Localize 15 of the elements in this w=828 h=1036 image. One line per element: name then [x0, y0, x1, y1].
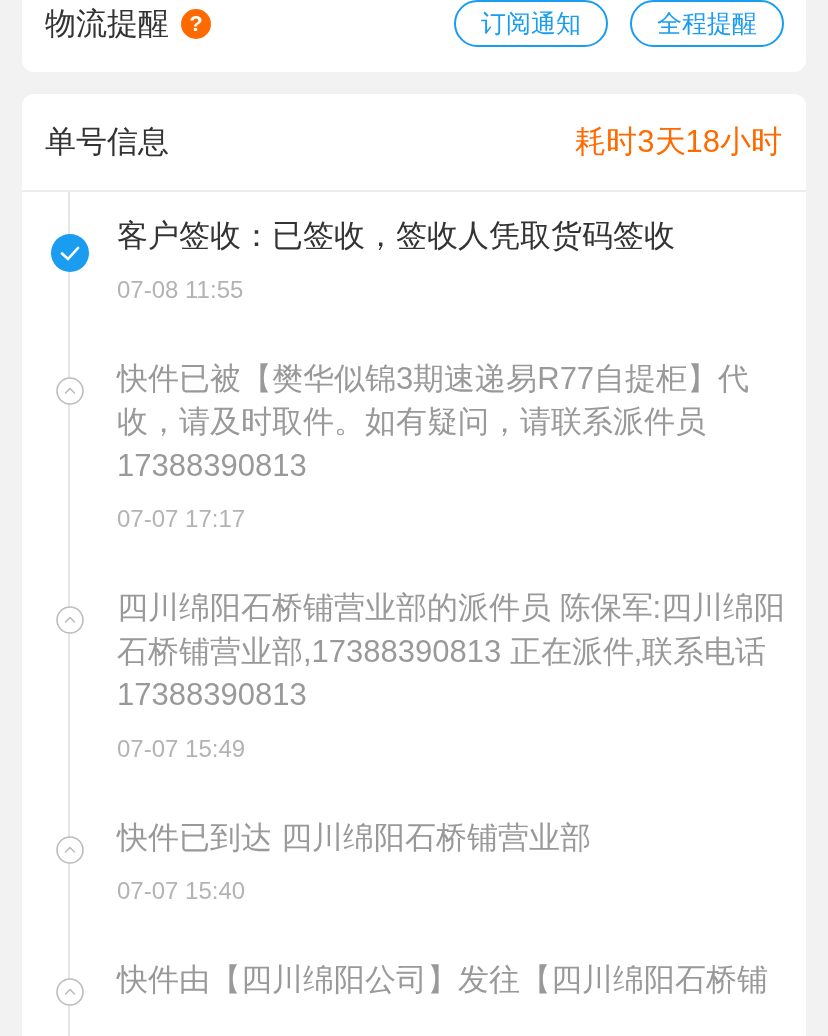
event-text: 客户签收：已签收，签收人凭取货码签收	[117, 217, 676, 255]
event-time: 07-07 15:40	[117, 876, 247, 906]
event-text: 快件已被【樊华似锦3期速递易R77自提柜】代收，请及时取件。如有疑问，请联系派件员17388390813	[117, 359, 751, 485]
event-text: 快件已到达 四川绵阳石桥铺营业部	[117, 818, 592, 857]
reminder-button[interactable]: 全程提醒	[630, 0, 784, 47]
section-title: 物流提醒	[45, 4, 169, 43]
event-text: 快件由【四川绵阳公司】发往【四川绵阳石桥铺	[117, 961, 769, 999]
help-icon[interactable]: ?	[181, 8, 211, 39]
event-time: 07-07 17:17	[117, 504, 247, 534]
event-text: 四川绵阳石桥铺营业部的派件员 陈保军:四川绵阳石桥铺营业部,17388390813 正在派件,联系电话 17388390813	[117, 589, 787, 714]
duration-text: 耗时3天18小时	[575, 122, 782, 161]
event-time: 07-07 15:49	[117, 733, 247, 764]
subscribe-button[interactable]: 订阅通知	[454, 0, 608, 47]
section-title: 单号信息	[45, 123, 169, 161]
event-time: 07-08 11:55	[117, 274, 245, 305]
